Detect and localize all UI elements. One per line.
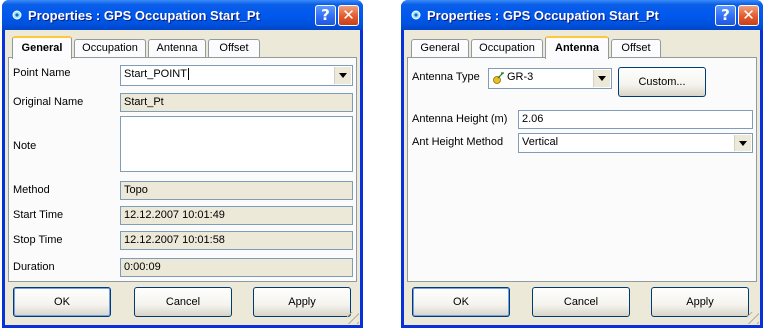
chevron-down-icon[interactable] — [593, 70, 610, 87]
ant-height-method-dropdown[interactable]: Vertical — [518, 133, 753, 153]
close-icon: ✕ — [742, 6, 755, 24]
close-button[interactable]: ✕ — [738, 5, 759, 26]
tab-antenna[interactable]: Antenna — [545, 36, 609, 59]
custom-button[interactable]: Custom... — [618, 67, 706, 97]
chevron-down-icon[interactable] — [334, 67, 351, 84]
chevron-down-icon[interactable] — [734, 135, 751, 151]
window-title: Properties : GPS Occupation Start_Pt — [427, 8, 659, 23]
duration-field: 0:00:09 — [120, 258, 353, 277]
resize-grip[interactable] — [747, 312, 759, 324]
tab-occupation[interactable]: Occupation — [471, 39, 543, 58]
tab-general[interactable]: General — [411, 39, 469, 58]
antenna-height-input[interactable]: 2.06 — [518, 110, 753, 129]
help-button[interactable]: ? — [715, 5, 736, 26]
help-icon: ? — [721, 6, 730, 24]
properties-dialog-general: Properties : GPS Occupation Start_Pt ? ✕… — [2, 0, 363, 328]
ok-button[interactable]: OK — [412, 287, 510, 317]
tab-strip: General Occupation Antenna Offset — [10, 36, 350, 59]
antenna-type-dropdown[interactable]: GR-3 — [488, 68, 612, 89]
method-field: Topo — [120, 181, 353, 200]
start-time-field: 12.12.2007 10:01:49 — [120, 206, 353, 225]
gps-point-icon — [411, 10, 421, 20]
start-time-label: Start Time — [13, 209, 64, 221]
duration-label: Duration — [13, 261, 55, 273]
antenna-height-label: Antenna Height (m) — [412, 113, 508, 125]
apply-button[interactable]: Apply — [253, 287, 351, 317]
window-title: Properties : GPS Occupation Start_Pt — [28, 8, 260, 23]
properties-dialog-antenna: Properties : GPS Occupation Start_Pt ? ✕… — [401, 0, 763, 328]
note-label: Note — [13, 140, 37, 152]
help-icon: ? — [321, 6, 330, 24]
note-textarea[interactable] — [120, 116, 353, 172]
general-tab-panel: Point Name Start_POINT Original Name Sta… — [8, 57, 357, 282]
antenna-tab-panel: Antenna Type GR-3 Custom... Antenna Heig… — [407, 57, 757, 282]
tab-strip: General Occupation Antenna Offset — [409, 36, 749, 59]
stop-time-label: Stop Time — [13, 234, 63, 246]
apply-button[interactable]: Apply — [651, 287, 749, 317]
close-button[interactable]: ✕ — [338, 5, 359, 26]
method-label: Method — [13, 184, 50, 196]
stop-time-field: 12.12.2007 10:01:58 — [120, 231, 353, 250]
gps-point-icon — [12, 10, 22, 20]
title-bar[interactable]: Properties : GPS Occupation Start_Pt ? ✕ — [401, 0, 763, 30]
ant-height-method-label: Ant Height Method — [412, 136, 504, 148]
point-name-dropdown[interactable]: Start_POINT — [120, 65, 353, 86]
antenna-type-label: Antenna Type — [412, 71, 480, 83]
title-bar[interactable]: Properties : GPS Occupation Start_Pt ? ✕ — [2, 0, 363, 30]
tab-offset[interactable]: Offset — [611, 39, 661, 58]
tab-antenna[interactable]: Antenna — [148, 39, 206, 58]
point-name-label: Point Name — [13, 67, 71, 79]
cancel-button[interactable]: Cancel — [134, 287, 232, 317]
tab-occupation[interactable]: Occupation — [74, 39, 146, 58]
close-icon: ✕ — [342, 6, 355, 24]
ok-button[interactable]: OK — [13, 287, 111, 317]
tab-general[interactable]: General — [12, 36, 72, 59]
cancel-button[interactable]: Cancel — [532, 287, 630, 317]
antenna-type-value: GR-3 — [507, 71, 534, 83]
antenna-icon — [493, 72, 504, 84]
help-button[interactable]: ? — [315, 5, 336, 26]
point-name-value: Start_POINT — [124, 68, 187, 80]
original-name-field: Start_Pt — [120, 93, 353, 112]
resize-grip[interactable] — [347, 312, 359, 324]
ant-height-method-value: Vertical — [522, 136, 559, 148]
tab-offset[interactable]: Offset — [208, 39, 260, 58]
original-name-label: Original Name — [13, 96, 84, 108]
